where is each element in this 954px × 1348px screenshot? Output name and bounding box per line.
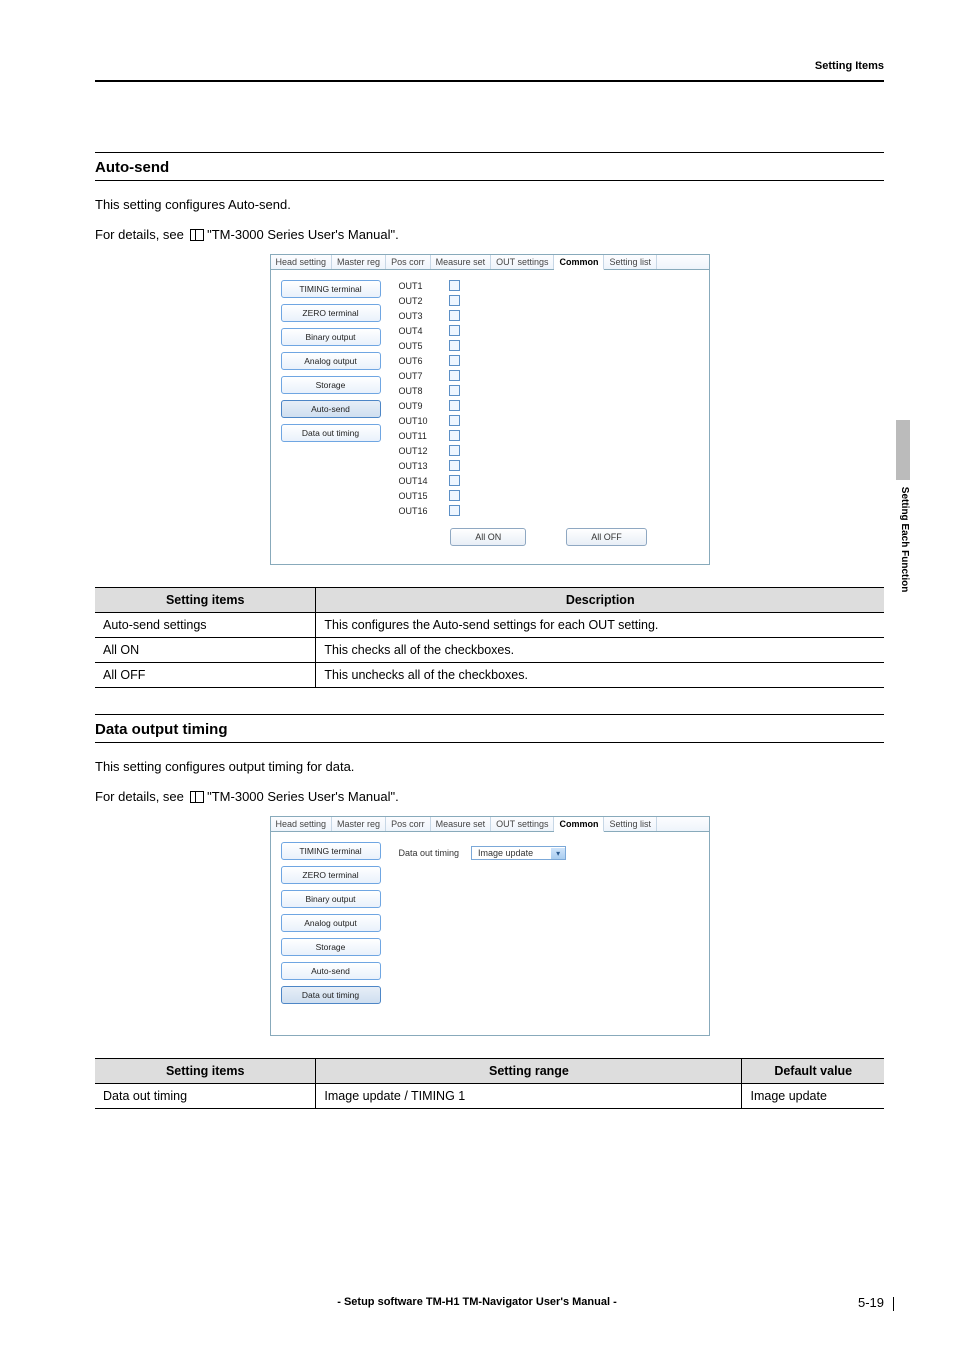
data-timing-screenshot: Head setting Master reg Pos corr Measure… (270, 816, 710, 1036)
side-nav: TIMING terminal ZERO terminal Binary out… (281, 280, 381, 546)
t2-h2: Setting range (316, 1059, 742, 1084)
auto-send-desc-2: For details, see "TM-3000 Series User's … (95, 225, 884, 245)
out-checkbox-grid: OUT1 OUT2 OUT3 OUT4 OUT5 OUT6 OUT7 OUT8 … (399, 280, 699, 516)
tab-common[interactable]: Common (554, 817, 604, 832)
out16-label: OUT16 (399, 506, 449, 516)
manual-ref-icon (190, 791, 202, 803)
side-tab-bar (896, 420, 910, 480)
out15-label: OUT15 (399, 491, 449, 501)
out5-checkbox[interactable] (449, 340, 460, 351)
data-output-desc-2: For details, see "TM-3000 Series User's … (95, 787, 884, 807)
out7-label: OUT7 (399, 371, 449, 381)
tab-master-reg[interactable]: Master reg (332, 817, 386, 831)
nav-storage[interactable]: Storage (281, 938, 381, 956)
tab-head-setting[interactable]: Head setting (271, 255, 333, 269)
tab-pos-corr[interactable]: Pos corr (386, 817, 431, 831)
t1-h2: Description (316, 588, 884, 613)
nav-analog-output[interactable]: Analog output (281, 352, 381, 370)
out9-checkbox[interactable] (449, 400, 460, 411)
out14-label: OUT14 (399, 476, 449, 486)
tab-head-setting[interactable]: Head setting (271, 817, 333, 831)
side-chapter-tab: Setting Each Function (896, 420, 910, 592)
page-number: 5-19 (858, 1295, 884, 1310)
tab-row: Head setting Master reg Pos corr Measure… (271, 255, 709, 270)
out13-checkbox[interactable] (449, 460, 460, 471)
table-row: Auto-send settings This configures the A… (95, 613, 884, 638)
out3-checkbox[interactable] (449, 310, 460, 321)
out16-checkbox[interactable] (449, 505, 460, 516)
out9-label: OUT9 (399, 401, 449, 411)
nav-storage[interactable]: Storage (281, 376, 381, 394)
out2-checkbox[interactable] (449, 295, 460, 306)
out6-checkbox[interactable] (449, 355, 460, 366)
data-timing-table: Setting items Setting range Default valu… (95, 1058, 884, 1109)
out15-checkbox[interactable] (449, 490, 460, 501)
out12-checkbox[interactable] (449, 445, 460, 456)
out5-label: OUT5 (399, 341, 449, 351)
footer-text: - Setup software TM-H1 TM-Navigator User… (0, 1296, 954, 1308)
data-out-timing-value: Image update (472, 847, 551, 859)
nav-zero-terminal[interactable]: ZERO terminal (281, 866, 381, 884)
tab-out-settings[interactable]: OUT settings (491, 255, 554, 269)
auto-send-desc-1: This setting configures Auto-send. (95, 195, 884, 215)
nav-auto-send[interactable]: Auto-send (281, 962, 381, 980)
out4-label: OUT4 (399, 326, 449, 336)
all-off-button[interactable]: All OFF (566, 528, 647, 546)
out13-label: OUT13 (399, 461, 449, 471)
tab-master-reg[interactable]: Master reg (332, 255, 386, 269)
tab-out-settings[interactable]: OUT settings (491, 817, 554, 831)
table-row: Data out timing Image update / TIMING 1 … (95, 1084, 884, 1109)
tab-measure-set[interactable]: Measure set (431, 817, 492, 831)
out2-label: OUT2 (399, 296, 449, 306)
nav-data-out-timing[interactable]: Data out timing (281, 986, 381, 1004)
side-tab-label: Setting Each Function (899, 487, 910, 593)
all-on-button[interactable]: All ON (450, 528, 526, 546)
t2-h3: Default value (742, 1059, 884, 1084)
tab-row: Head setting Master reg Pos corr Measure… (271, 817, 709, 832)
nav-data-out-timing[interactable]: Data out timing (281, 424, 381, 442)
out4-checkbox[interactable] (449, 325, 460, 336)
out12-label: OUT12 (399, 446, 449, 456)
tab-setting-list[interactable]: Setting list (604, 255, 657, 269)
data-out-timing-select[interactable]: Image update ▾ (471, 846, 566, 860)
out8-checkbox[interactable] (449, 385, 460, 396)
page-header: Setting Items (95, 60, 884, 82)
auto-send-screenshot: Head setting Master reg Pos corr Measure… (270, 254, 710, 565)
out14-checkbox[interactable] (449, 475, 460, 486)
table-row: All ON This checks all of the checkboxes… (95, 638, 884, 663)
out1-label: OUT1 (399, 281, 449, 291)
manual-ref-icon (190, 229, 202, 241)
tab-pos-corr[interactable]: Pos corr (386, 255, 431, 269)
chevron-down-icon: ▾ (551, 848, 565, 859)
data-output-desc-1: This setting configures output timing fo… (95, 757, 884, 777)
header-right: Setting Items (815, 60, 884, 72)
tab-common[interactable]: Common (554, 255, 604, 270)
table-row: All OFF This unchecks all of the checkbo… (95, 663, 884, 688)
side-nav: TIMING terminal ZERO terminal Binary out… (281, 842, 381, 1004)
data-out-timing-label: Data out timing (399, 848, 460, 858)
out10-label: OUT10 (399, 416, 449, 426)
tab-setting-list[interactable]: Setting list (604, 817, 657, 831)
nav-timing-terminal[interactable]: TIMING terminal (281, 280, 381, 298)
section-data-output-title: Data output timing (95, 714, 884, 743)
out3-label: OUT3 (399, 311, 449, 321)
out11-label: OUT11 (399, 431, 449, 441)
out10-checkbox[interactable] (449, 415, 460, 426)
out8-label: OUT8 (399, 386, 449, 396)
out1-checkbox[interactable] (449, 280, 460, 291)
auto-send-table: Setting items Description Auto-send sett… (95, 587, 884, 688)
nav-binary-output[interactable]: Binary output (281, 328, 381, 346)
nav-auto-send[interactable]: Auto-send (281, 400, 381, 418)
nav-timing-terminal[interactable]: TIMING terminal (281, 842, 381, 860)
tab-measure-set[interactable]: Measure set (431, 255, 492, 269)
t1-h1: Setting items (95, 588, 316, 613)
out6-label: OUT6 (399, 356, 449, 366)
section-auto-send-title: Auto-send (95, 152, 884, 181)
out7-checkbox[interactable] (449, 370, 460, 381)
out11-checkbox[interactable] (449, 430, 460, 441)
t2-h1: Setting items (95, 1059, 316, 1084)
nav-zero-terminal[interactable]: ZERO terminal (281, 304, 381, 322)
nav-analog-output[interactable]: Analog output (281, 914, 381, 932)
nav-binary-output[interactable]: Binary output (281, 890, 381, 908)
